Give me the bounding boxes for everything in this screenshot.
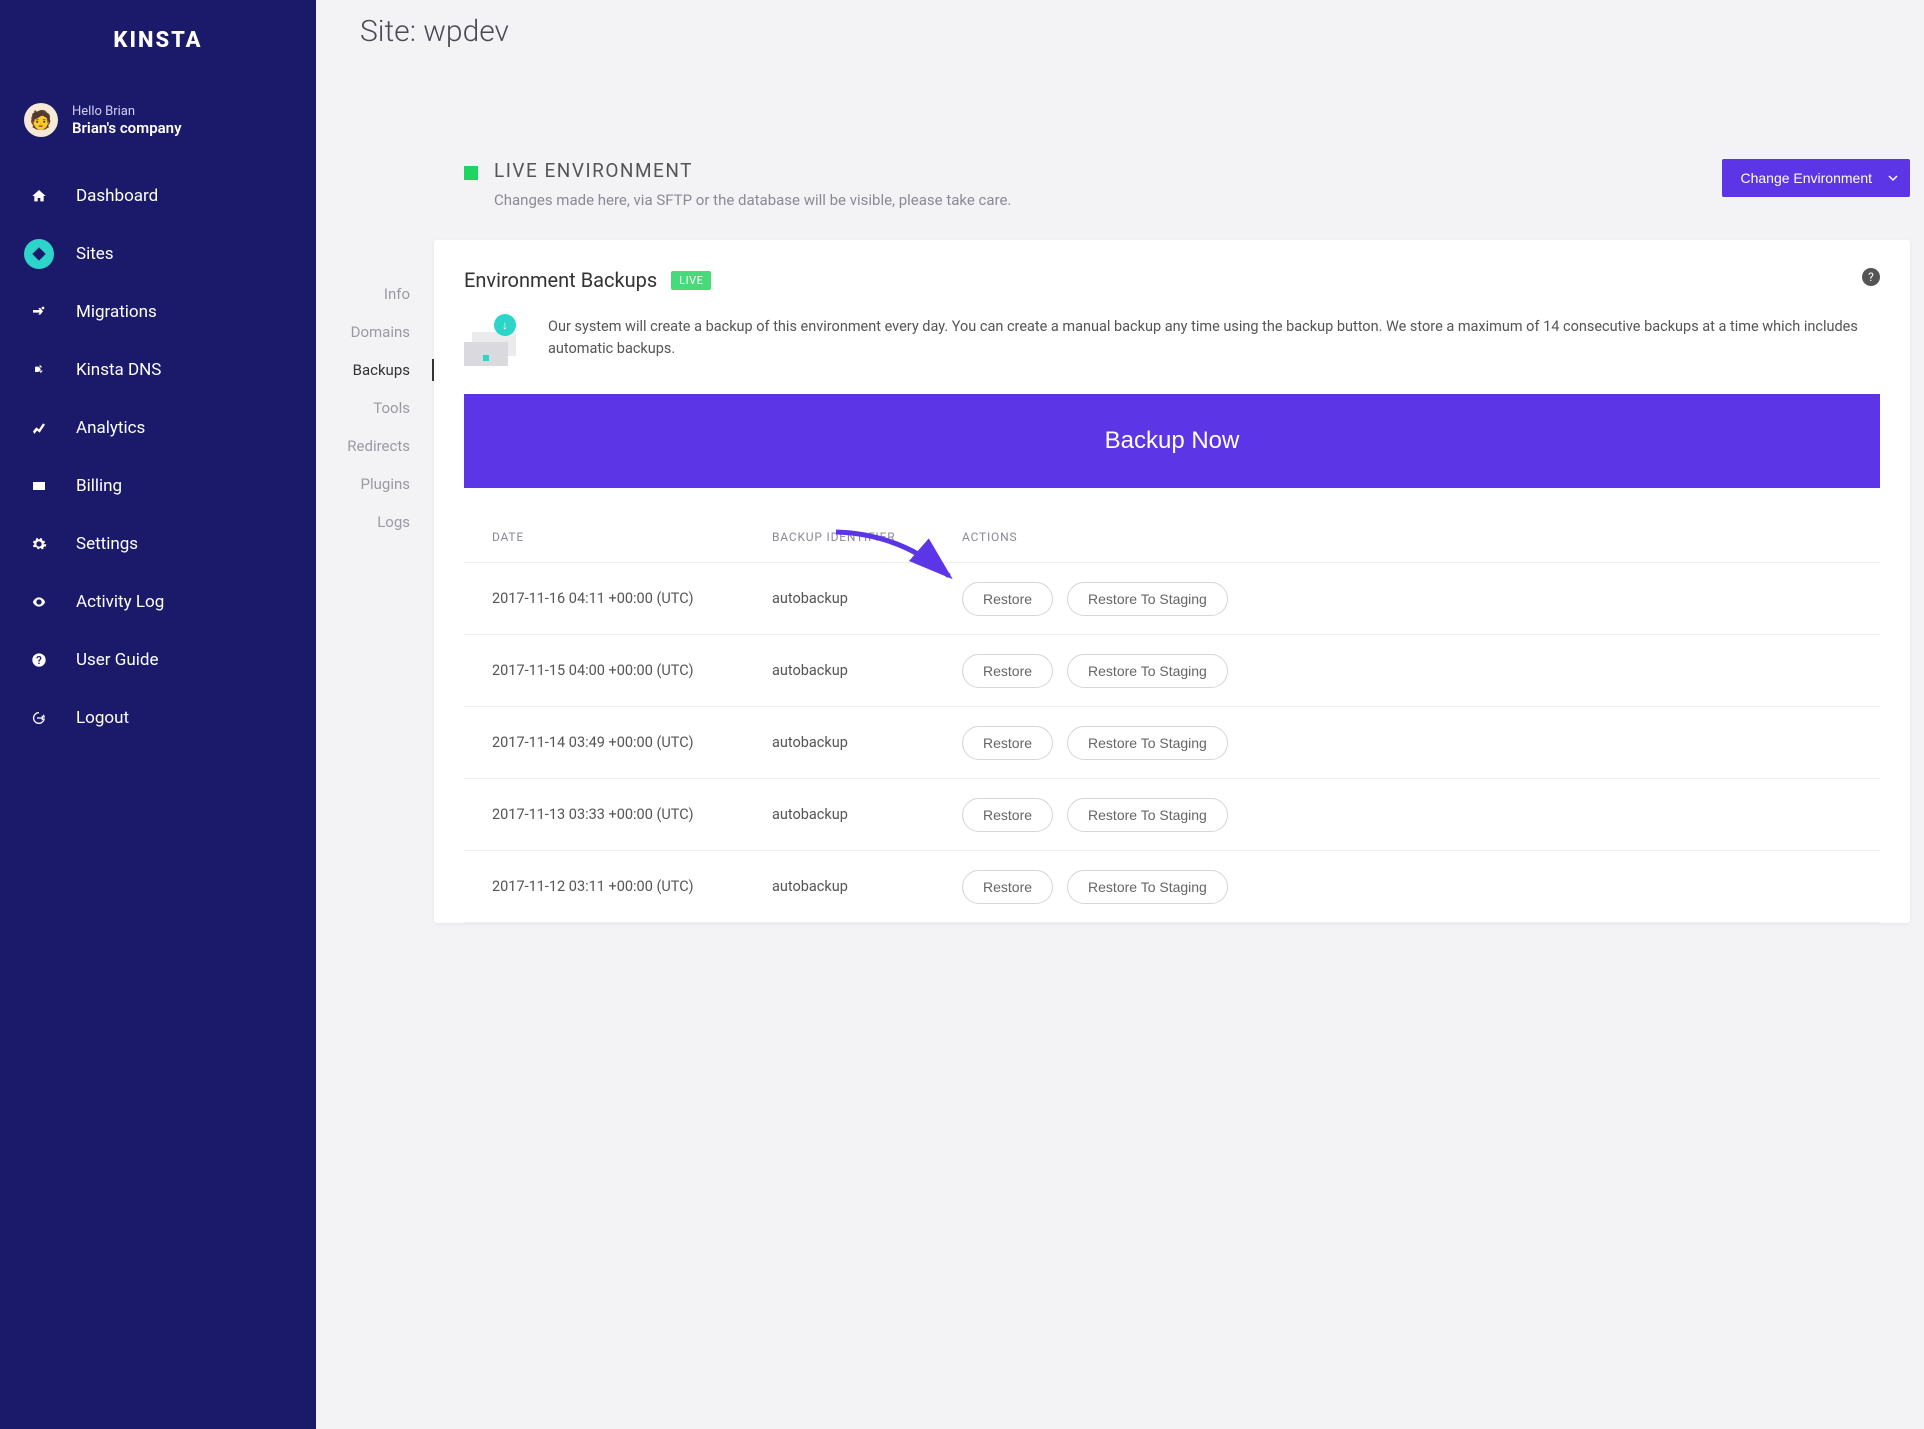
nav-item-logout[interactable]: Logout	[0, 689, 316, 747]
nav-item-sites[interactable]: Sites	[0, 225, 316, 283]
backup-date: 2017-11-15 04:00 +00:00 (UTC)	[492, 662, 772, 679]
environment-status-indicator	[464, 166, 478, 180]
download-icon	[494, 314, 516, 336]
subnav-item-tools[interactable]: Tools	[316, 389, 434, 427]
subnav-item-plugins[interactable]: Plugins	[316, 465, 434, 503]
backup-identifier: autobackup	[772, 806, 962, 823]
restore-button[interactable]: Restore	[962, 870, 1053, 904]
environment-name: LIVE ENVIRONMENT	[494, 159, 1011, 182]
backups-table: DATE BACKUP IDENTIFIER ACTIONS 2017-11-1…	[464, 530, 1880, 923]
restore-to-staging-button[interactable]: Restore To Staging	[1067, 726, 1228, 760]
nav-item-settings[interactable]: Settings	[0, 515, 316, 573]
col-actions: ACTIONS	[962, 530, 1852, 544]
backup-identifier: autobackup	[772, 734, 962, 751]
restore-button[interactable]: Restore	[962, 654, 1053, 688]
nav-item-label: Activity Log	[76, 592, 164, 612]
restore-to-staging-button[interactable]: Restore To Staging	[1067, 798, 1228, 832]
nav-item-dashboard[interactable]: Dashboard	[0, 167, 316, 225]
restore-to-staging-button[interactable]: Restore To Staging	[1067, 654, 1228, 688]
col-identifier: BACKUP IDENTIFIER	[772, 530, 962, 544]
user-block[interactable]: 🧑 Hello Brian Brian's company	[0, 103, 316, 167]
live-badge: LIVE	[671, 271, 711, 290]
settings-icon	[24, 529, 54, 559]
restore-to-staging-button[interactable]: Restore To Staging	[1067, 582, 1228, 616]
analytics-icon	[24, 413, 54, 443]
subnav-item-info[interactable]: Info	[316, 275, 434, 313]
backup-row: 2017-11-12 03:11 +00:00 (UTC) autobackup…	[464, 851, 1880, 923]
backup-date: 2017-11-16 04:11 +00:00 (UTC)	[492, 590, 772, 607]
backup-row: 2017-11-15 04:00 +00:00 (UTC) autobackup…	[464, 635, 1880, 707]
backup-row: 2017-11-14 03:49 +00:00 (UTC) autobackup…	[464, 707, 1880, 779]
avatar: 🧑	[24, 103, 58, 137]
restore-button[interactable]: Restore	[962, 798, 1053, 832]
user-company: Brian's company	[72, 119, 182, 137]
sites-icon	[24, 239, 54, 269]
nav-item-billing[interactable]: Billing	[0, 457, 316, 515]
nav-item-label: User Guide	[76, 650, 158, 670]
site-subnav: InfoDomainsBackupsToolsRedirectsPluginsL…	[316, 49, 434, 923]
subnav-item-logs[interactable]: Logs	[316, 503, 434, 541]
backup-date: 2017-11-12 03:11 +00:00 (UTC)	[492, 878, 772, 895]
backup-date: 2017-11-13 03:33 +00:00 (UTC)	[492, 806, 772, 823]
logout-icon	[24, 703, 54, 733]
nav-item-label: Analytics	[76, 418, 145, 438]
backup-now-button[interactable]: Backup Now	[464, 394, 1880, 488]
nav-item-activity-log[interactable]: Activity Log	[0, 573, 316, 631]
billing-icon	[24, 471, 54, 501]
environment-description: Changes made here, via SFTP or the datab…	[494, 188, 1011, 212]
nav-item-user-guide[interactable]: User Guide	[0, 631, 316, 689]
backup-identifier: autobackup	[772, 662, 962, 679]
sidebar: KINSTA 🧑 Hello Brian Brian's company Das…	[0, 0, 316, 1429]
migrations-icon	[24, 297, 54, 327]
subnav-item-domains[interactable]: Domains	[316, 313, 434, 351]
nav-item-label: Logout	[76, 708, 129, 728]
nav-item-label: Sites	[76, 244, 114, 264]
nav-item-label: Billing	[76, 476, 122, 496]
backup-illustration	[464, 316, 520, 366]
change-environment-label: Change Environment	[1740, 170, 1872, 186]
primary-nav: Dashboard Sites Migrations Kinsta DNS An…	[0, 167, 316, 747]
panel-intro-text: Our system will create a backup of this …	[548, 316, 1880, 361]
restore-button[interactable]: Restore	[962, 582, 1053, 616]
subnav-item-backups[interactable]: Backups	[316, 351, 434, 389]
restore-to-staging-button[interactable]: Restore To Staging	[1067, 870, 1228, 904]
subnav-item-redirects[interactable]: Redirects	[316, 427, 434, 465]
nav-item-label: Kinsta DNS	[76, 360, 161, 380]
main: Site: wpdev InfoDomainsBackupsToolsRedir…	[316, 0, 1924, 1429]
backup-row: 2017-11-16 04:11 +00:00 (UTC) autobackup…	[464, 563, 1880, 635]
brand-logo: KINSTA	[0, 18, 316, 103]
backup-identifier: autobackup	[772, 590, 962, 607]
user-greeting: Hello Brian	[72, 104, 182, 119]
nav-item-analytics[interactable]: Analytics	[0, 399, 316, 457]
nav-item-migrations[interactable]: Migrations	[0, 283, 316, 341]
page-title: Site: wpdev	[316, 0, 1924, 49]
help-icon[interactable]: ?	[1862, 268, 1880, 286]
backup-date: 2017-11-14 03:49 +00:00 (UTC)	[492, 734, 772, 751]
guide-icon	[24, 645, 54, 675]
dns-icon	[24, 355, 54, 385]
home-icon	[24, 181, 54, 211]
chevron-down-icon	[1888, 173, 1898, 183]
change-environment-button[interactable]: Change Environment	[1722, 159, 1910, 197]
backups-panel: Environment Backups LIVE ? Our system wi…	[434, 240, 1910, 923]
restore-button[interactable]: Restore	[962, 726, 1053, 760]
content: LIVE ENVIRONMENT Changes made here, via …	[434, 49, 1910, 923]
nav-item-label: Dashboard	[76, 186, 158, 206]
nav-item-label: Settings	[76, 534, 138, 554]
environment-header: LIVE ENVIRONMENT Changes made here, via …	[434, 159, 1910, 240]
col-date: DATE	[492, 530, 772, 544]
backup-row: 2017-11-13 03:33 +00:00 (UTC) autobackup…	[464, 779, 1880, 851]
activity-icon	[24, 587, 54, 617]
panel-title: Environment Backups	[464, 268, 657, 292]
nav-item-label: Migrations	[76, 302, 157, 322]
nav-item-kinsta-dns[interactable]: Kinsta DNS	[0, 341, 316, 399]
backup-identifier: autobackup	[772, 878, 962, 895]
